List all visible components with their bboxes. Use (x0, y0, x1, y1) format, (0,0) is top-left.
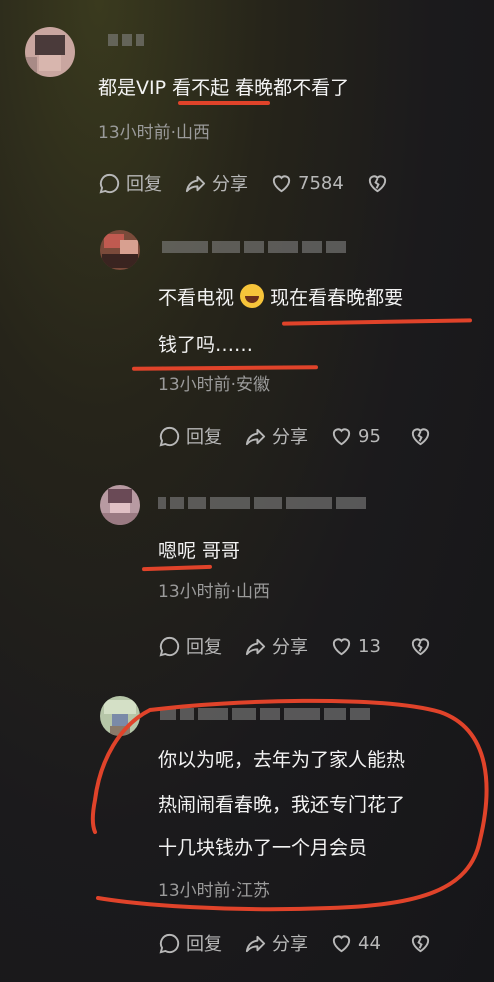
broken-heart-icon (411, 427, 430, 445)
share-button[interactable]: 分享 (184, 170, 248, 196)
comment-bubble-icon (99, 173, 120, 193)
comment-bubble-icon (159, 426, 180, 446)
broken-heart-icon (411, 637, 430, 655)
heart-icon (272, 174, 291, 192)
reply-button[interactable]: 回复 (98, 170, 162, 196)
dislike-button[interactable] (409, 932, 432, 955)
share-button[interactable]: 分享 (244, 633, 308, 659)
annotation-underline (178, 101, 270, 105)
comment-actions: 回复 分享 13 (158, 633, 432, 659)
comment-text-line-2: 钱了吗…… (158, 334, 254, 356)
dislike-button[interactable] (409, 635, 432, 658)
like-button[interactable]: 95 (330, 425, 381, 448)
username[interactable] (158, 497, 366, 511)
share-arrow-icon (245, 935, 266, 952)
broken-heart-icon (368, 174, 386, 192)
broken-heart-icon (411, 934, 430, 952)
comment-actions: 回复 分享 95 (158, 423, 432, 449)
heart-icon (332, 427, 351, 445)
comment-1: 都是VIP 看不起 春晚都不看了 13小时前·山西 回复 分享 7584 (0, 0, 494, 205)
avatar[interactable] (100, 485, 140, 525)
laughing-emoji-icon (240, 284, 265, 308)
comment-3: 嗯呢 哥哥 13小时前·山西 回复 分享 13 (0, 475, 494, 680)
dislike-button[interactable] (366, 172, 389, 195)
share-arrow-icon (245, 428, 266, 445)
like-button[interactable]: 7584 (270, 172, 344, 195)
comment-text-line-3: 十几块钱办了一个月会员 (158, 837, 368, 859)
comment-meta: 13小时前·安徽 (158, 375, 271, 395)
comment-meta: 13小时前·江苏 (158, 881, 271, 901)
heart-icon (332, 637, 351, 655)
share-button[interactable]: 分享 (244, 930, 308, 956)
comment-meta: 13小时前·山西 (98, 123, 211, 143)
avatar[interactable] (100, 230, 140, 270)
heart-icon (332, 934, 351, 952)
comment-text-line-1: 不看电视 现在看春晚都要 (158, 278, 403, 318)
username[interactable] (160, 708, 370, 722)
comment-bubble-icon (159, 933, 180, 953)
username[interactable] (108, 34, 144, 48)
like-button[interactable]: 13 (330, 635, 381, 658)
comment-actions: 回复 分享 7584 (98, 170, 389, 196)
comment-2: 不看电视 现在看春晚都要 钱了吗…… 13小时前·安徽 回复 分享 95 (0, 205, 494, 475)
comment-actions: 回复 分享 44 (158, 930, 432, 956)
share-button[interactable]: 分享 (244, 423, 308, 449)
dislike-button[interactable] (409, 425, 432, 448)
avatar[interactable] (100, 696, 140, 736)
comment-meta: 13小时前·山西 (158, 582, 271, 602)
comment-text-line-2: 热闹闹看春晚，我还专门花了 (158, 794, 406, 816)
reply-button[interactable]: 回复 (158, 423, 222, 449)
comment-bubble-icon (159, 636, 180, 656)
comment-text-line-1: 你以为呢，去年为了家人能热 (158, 749, 406, 771)
avatar[interactable] (25, 27, 75, 77)
like-button[interactable]: 44 (330, 932, 381, 955)
username[interactable] (162, 241, 346, 255)
share-arrow-icon (245, 638, 266, 655)
reply-button[interactable]: 回复 (158, 930, 222, 956)
comment-4: 你以为呢，去年为了家人能热 热闹闹看春晚，我还专门花了 十几块钱办了一个月会员 … (0, 680, 494, 982)
share-arrow-icon (185, 175, 206, 192)
reply-button[interactable]: 回复 (158, 633, 222, 659)
